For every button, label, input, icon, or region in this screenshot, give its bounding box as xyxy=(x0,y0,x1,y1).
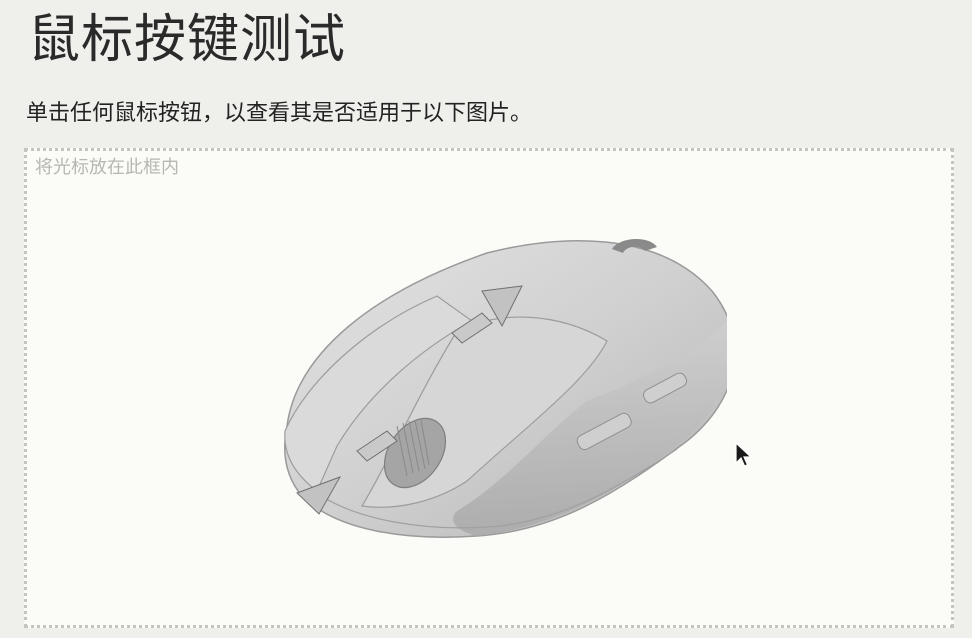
page-title: 鼠标按键测试 xyxy=(28,10,347,70)
page: 鼠标按键测试 单击任何鼠标按钮，以查看其是否适用于以下图片。 将光标放在此框内 xyxy=(0,0,972,638)
mouse-test-area[interactable]: 将光标放在此框内 xyxy=(24,148,954,628)
pointer-cursor-icon xyxy=(735,442,753,467)
test-area-hint: 将光标放在此框内 xyxy=(35,157,179,178)
instruction-text: 单击任何鼠标按钮，以查看其是否适用于以下图片。 xyxy=(26,101,533,126)
mouse-illustration[interactable] xyxy=(257,231,727,551)
